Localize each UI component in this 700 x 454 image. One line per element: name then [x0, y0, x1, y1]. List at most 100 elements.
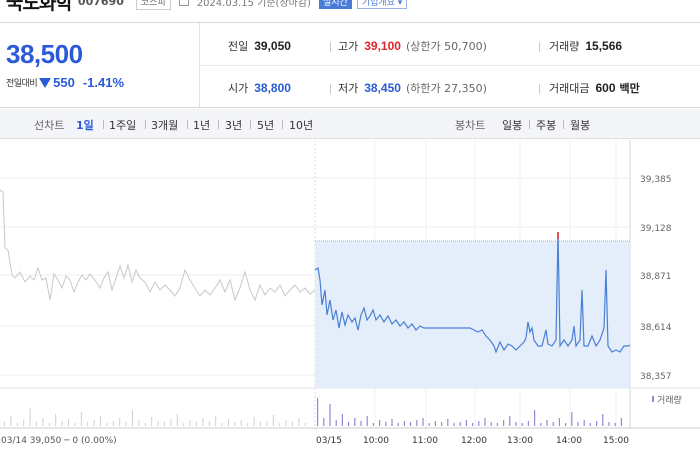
volume-bar: [552, 422, 554, 426]
price-chart[interactable]: 39,385 39,128 38,871 38,614 38,357 거래량 0…: [0, 140, 700, 450]
volume-bar: [447, 419, 449, 426]
volume-bar: [416, 420, 418, 426]
volume-bar: [335, 420, 337, 426]
volume-bar: [202, 418, 204, 426]
current-price-box: 38,500 전일대비 550 -1.41%: [0, 23, 200, 107]
volume-bar: [434, 421, 436, 426]
volume-bar: [23, 420, 25, 426]
period-1w[interactable]: 1주일: [109, 117, 136, 133]
volume-bar: [119, 418, 121, 426]
down-arrow-icon: [39, 77, 52, 88]
calendar-icon: [178, 0, 189, 6]
period-5y[interactable]: 5년: [257, 117, 274, 133]
x-tick-label: 11:00: [412, 436, 438, 446]
volume-bar: [74, 423, 76, 426]
volume-bar: [247, 423, 249, 426]
divider: [563, 120, 564, 129]
volume-bars: [4, 398, 622, 426]
volume-bar: [571, 412, 573, 426]
stat-amount: 거래대금 600 백만: [549, 81, 640, 95]
volume-bar: [304, 423, 306, 426]
volume-bar: [515, 422, 517, 426]
volume-legend: 거래량: [657, 394, 682, 406]
volume-bar: [484, 418, 486, 426]
volume-bar: [112, 421, 114, 426]
volume-bar: [170, 419, 172, 426]
volume-bar: [221, 423, 223, 426]
volume-bar: [540, 423, 542, 426]
volume-bar: [496, 423, 498, 426]
volume-bar: [228, 419, 229, 426]
volume-bar: [36, 422, 37, 426]
volume-bar: [366, 416, 368, 426]
volume-bar: [385, 422, 387, 426]
price-change-row: 전일대비 550 -1.41%: [6, 75, 124, 90]
volume-bar: [266, 421, 268, 426]
period-1d[interactable]: 1일: [76, 117, 94, 133]
volume-bar: [234, 422, 236, 426]
divider: [187, 120, 188, 129]
volume-bar: [176, 414, 178, 426]
divider: [250, 120, 251, 129]
y-tick-label: 39,385: [640, 175, 672, 185]
volume-bar: [565, 423, 567, 426]
volume-bar: [68, 419, 69, 426]
volume-bar: [93, 420, 95, 426]
volume-bar: [106, 423, 108, 426]
stat-low: 저가 38,450 (하한가 27,350): [338, 81, 487, 95]
volume-bar: [472, 423, 474, 426]
volume-bar: [596, 421, 598, 426]
volume-bar: [317, 398, 319, 426]
period-3m[interactable]: 3개월: [151, 117, 178, 133]
volume-bar: [144, 423, 146, 426]
x-tick-label: 10:00: [363, 436, 389, 446]
volume-bar: [125, 422, 127, 426]
volume-bar: [348, 422, 350, 426]
change-value: 550: [53, 75, 75, 90]
volume-bar: [196, 422, 197, 426]
volume-bar: [391, 419, 393, 426]
volume-bar: [240, 420, 242, 426]
stat-prev-close: 전일 39,050: [228, 39, 291, 53]
volume-bar: [397, 423, 399, 426]
candle-monthly[interactable]: 월봉: [570, 117, 590, 133]
volume-bar: [80, 412, 82, 426]
volume-bar: [215, 416, 217, 426]
volume-bar: [577, 422, 579, 426]
realtime-button[interactable]: 실시간: [318, 0, 352, 9]
period-3y[interactable]: 3년: [225, 117, 242, 133]
line-chart-label: 선차트: [34, 119, 65, 132]
volume-bar: [189, 420, 191, 426]
period-10y[interactable]: 10년: [289, 117, 313, 133]
divider: [282, 120, 283, 129]
volume-bar: [292, 422, 293, 426]
company-info-dropdown[interactable]: 기업개요 ▾: [356, 0, 408, 9]
volume-bar: [55, 414, 57, 426]
divider: [529, 120, 530, 129]
candle-daily[interactable]: 일봉: [502, 117, 522, 133]
volume-bar: [403, 421, 405, 426]
price-chart-svg: 39,385 39,128 38,871 38,614 38,357 거래량 0…: [0, 140, 700, 446]
candle-weekly[interactable]: 주봉: [536, 117, 556, 133]
volume-bar: [208, 421, 210, 426]
x-tick-label: 12:00: [461, 436, 487, 446]
period-1y[interactable]: 1년: [193, 117, 210, 133]
volume-bar: [29, 408, 31, 426]
volume-bar: [372, 423, 374, 426]
stock-name: 국도화학: [6, 0, 73, 14]
y-tick-label: 38,357: [640, 372, 672, 382]
volume-bar: [329, 404, 331, 426]
volume-bar: [379, 420, 381, 426]
stock-code: 007690: [77, 0, 124, 8]
volume-bar: [428, 423, 430, 426]
market-badge: 코스피: [135, 0, 171, 10]
volume-bar: [354, 418, 356, 426]
volume-bar: [583, 420, 585, 426]
stats-row-divider: [200, 65, 700, 66]
prev-day-info: 03/14 39,050 ─ 0 (0.00%): [1, 436, 117, 446]
change-label: 전일대비: [6, 79, 38, 89]
volume-bar: [589, 423, 591, 426]
volume-bar: [279, 423, 281, 426]
y-tick-label: 38,871: [640, 272, 672, 282]
stat-volume: 거래량 15,566: [549, 39, 623, 53]
